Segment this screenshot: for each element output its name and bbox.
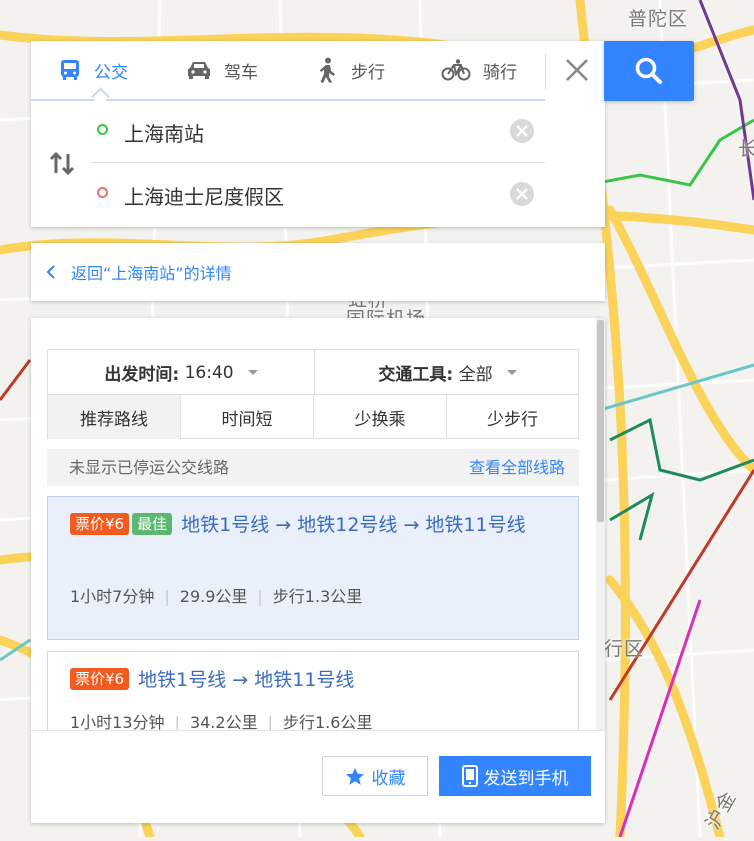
meta-separator: | [257,587,263,606]
price-badge: 票价¥6 [70,668,130,690]
route-walk: 步行1.3公里 [272,587,363,606]
car-icon [188,62,210,79]
travel-mode-tabs: 公交 驾车 步行 骑行 [31,41,545,106]
view-all-routes-link[interactable]: 查看全部线路 [469,449,565,486]
back-link-label: 返回“上海南站”的详情 [71,264,232,283]
swap-button[interactable] [48,151,76,177]
search-button[interactable] [604,41,694,101]
map-label-minhang: 行区 [604,638,645,660]
scrollbar[interactable] [596,318,605,730]
notice-bar: 未显示已停运公交线路 查看全部线路 [47,449,579,486]
tab-drive[interactable]: 驾车 [186,41,258,99]
search-icon [635,57,662,84]
favorite-label: 收藏 [371,768,406,789]
clear-start-button[interactable] [509,118,535,144]
end-field[interactable]: 上海迪士尼度假区 [91,165,545,223]
meta-separator: | [164,587,170,606]
route-meta: 1小时7分钟 | 29.9公里 | 步行1.3公里 [70,583,362,607]
tab-bus[interactable]: 公交 [58,41,128,99]
route-result-1[interactable]: 票价¥6 最佳 地铁1号线 → 地铁12号线 → 地铁11号线 1小时7分钟 | 29… [47,496,579,640]
action-bar: 收藏 发送到手机 [31,730,605,823]
route-line-text: 地铁1号线 → 地铁11号线 [138,669,355,691]
tab-bus-label: 公交 [94,62,128,83]
notice-text: 未显示已停运公交线路 [69,458,230,477]
depart-time-value: 16:40 [184,362,234,383]
phone-icon [461,765,478,787]
route-lines: 票价¥6 地铁1号线 → 地铁11号线 [70,664,550,697]
route-line-text: 地铁1号线 → 地铁12号线 → 地铁11号线 [181,514,526,536]
favorite-button[interactable]: 收藏 [322,756,428,796]
start-dot-icon [97,124,108,135]
divider [545,53,546,89]
scrollbar-thumb[interactable] [597,320,604,522]
bus-icon [61,60,79,80]
swap-icon [49,151,75,176]
clear-icon [510,119,534,143]
filter-row: 出发时间: 16:40 交通工具: 全部 [48,350,578,395]
clear-icon [510,182,534,206]
start-input-value: 上海南站 [124,122,204,146]
dropdown-arrow-icon [247,370,258,375]
route-lines: 票价¥6 最佳 地铁1号线 → 地铁12号线 → 地铁11号线 [70,509,550,542]
tab-least-walking[interactable]: 少步行 [447,395,578,439]
tab-bike[interactable]: 骑行 [441,41,517,99]
transport-tool-select[interactable]: 交通工具: 全部 [315,350,580,395]
tab-walk[interactable]: 步行 [315,41,385,99]
tab-bike-label: 骑行 [483,62,517,83]
results-panel: 出发时间: 16:40 交通工具: 全部 推荐路线 时间短 少换乘 少步行 未显… [31,318,605,823]
dropdown-arrow-icon [506,370,517,375]
filter-box: 出发时间: 16:40 交通工具: 全部 推荐路线 时间短 少换乘 少步行 [47,349,579,439]
price-badge: 票价¥6 [70,513,130,535]
send-to-phone-label: 发送到手机 [483,768,569,789]
tab-walk-label: 步行 [351,62,385,83]
back-to-detail-link[interactable]: 返回“上海南站”的详情 [46,243,232,301]
transport-tool-label: 交通工具: [378,365,454,385]
depart-time-select[interactable]: 出发时间: 16:40 [48,350,314,395]
close-button[interactable] [562,55,592,85]
close-icon [566,59,588,81]
tab-drive-label: 驾车 [224,62,258,83]
star-icon [345,767,364,785]
best-badge: 最佳 [132,513,173,535]
transport-tool-value: 全部 [458,365,493,385]
start-field[interactable]: 上海南站 [91,102,545,160]
row-divider [91,162,545,163]
tab-recommended[interactable]: 推荐路线 [48,395,181,439]
send-to-phone-button[interactable]: 发送到手机 [439,756,591,796]
route-distance: 29.9公里 [179,587,248,606]
tab-shortest-time[interactable]: 时间短 [181,395,314,439]
clear-end-button[interactable] [509,181,535,207]
depart-time-label: 出发时间: [104,365,180,385]
end-input-value: 上海迪士尼度假区 [124,185,284,209]
walk-icon [320,57,335,83]
map-label-putuo: 普陀区 [628,8,689,30]
end-dot-icon [97,187,108,198]
bike-icon [441,59,471,81]
route-duration: 1小时7分钟 [70,587,155,606]
chevron-left-icon [46,265,55,279]
map-label-chang: 长 [738,138,754,160]
back-panel: 返回“上海南站”的详情 [31,243,605,301]
route-search-panel: 公交 驾车 步行 骑行 上海南站 上海迪士尼度假区 [31,41,605,227]
tab-fewest-transfers[interactable]: 少换乘 [314,395,447,439]
